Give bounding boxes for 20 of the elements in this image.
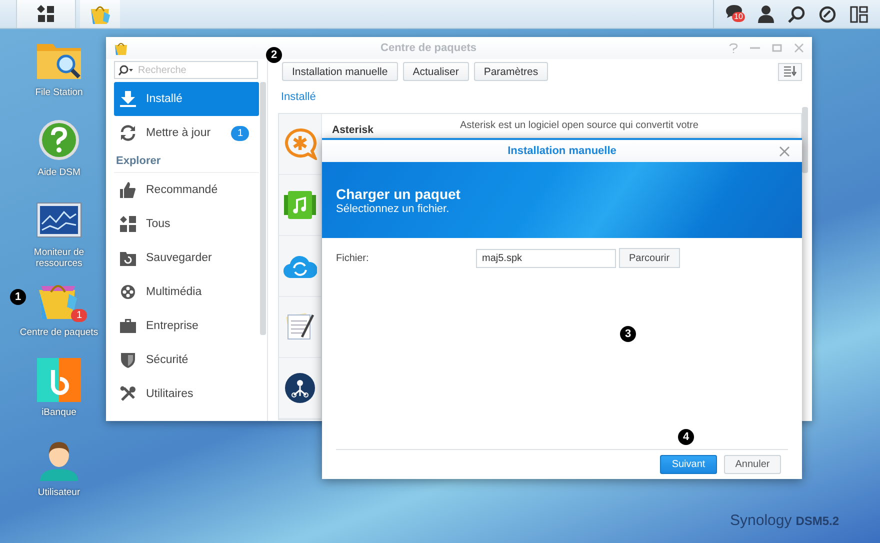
- dialog-title: Installation manuelle: [508, 145, 616, 157]
- list-heading: Installé: [281, 91, 317, 105]
- shortcut-label: Centre de paquets: [18, 327, 100, 338]
- update-count-badge: 1: [231, 126, 249, 140]
- banner-subtitle: Sélectionnez un fichier.: [336, 202, 450, 214]
- field-label: Fichier:: [336, 252, 370, 264]
- update-count-badge: 1: [71, 309, 87, 322]
- section-title: Explorer: [114, 150, 259, 173]
- banner-title: Charger un paquet: [336, 186, 462, 202]
- shortcut-label: Utilisateur: [36, 487, 82, 498]
- shortcut-label: iBanque: [40, 407, 78, 418]
- shortcut-label: Moniteur de ressources: [32, 247, 86, 269]
- package-name: Asterisk: [332, 124, 374, 136]
- notification-count: 10: [732, 12, 745, 22]
- package-description: Asterisk est un logiciel open source qui convertit votre: [460, 120, 698, 131]
- step-marker: 1: [10, 289, 26, 305]
- brand-version: DSM5.2: [796, 514, 840, 528]
- brand-name: Synology: [730, 512, 792, 529]
- shortcut-label: Aide DSM: [36, 167, 82, 178]
- shortcut-label: File Station: [34, 87, 84, 98]
